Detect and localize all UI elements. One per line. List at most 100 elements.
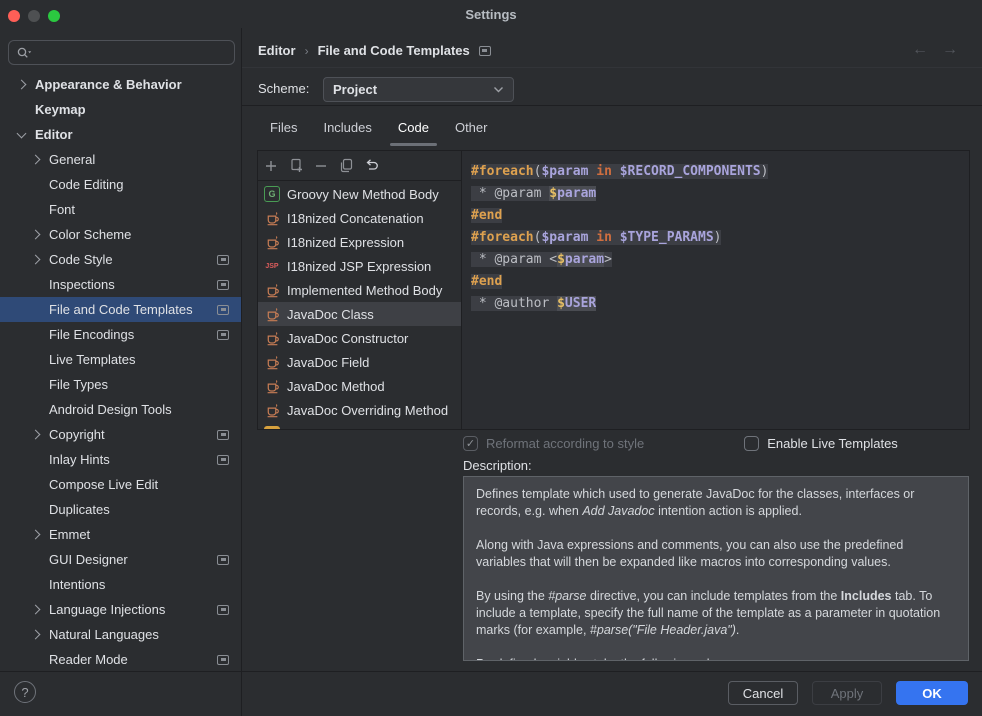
sidebar-item-file-and-code-templates[interactable]: File and Code Templates <box>0 297 241 322</box>
sidebar-item-appearance-behavior[interactable]: Appearance & Behavior <box>0 72 241 97</box>
sidebar-item-label: Compose Live Edit <box>49 477 158 492</box>
template-item-javascript-implemented-met[interactable]: JSJavaScript Implemented Met <box>258 422 461 429</box>
template-item-javadoc-overriding-method[interactable]: JavaDoc Overriding Method <box>258 398 461 422</box>
sidebar-item-inlay-hints[interactable]: Inlay Hints <box>0 447 241 472</box>
add-icon[interactable] <box>263 158 279 174</box>
sidebar-item-android-design-tools[interactable]: Android Design Tools <box>0 397 241 422</box>
chevron-spacer <box>28 278 42 292</box>
java-template-icon <box>264 378 280 394</box>
sidebar-item-emmet[interactable]: Emmet <box>0 522 241 547</box>
template-item-label: JavaDoc Class <box>287 307 374 322</box>
template-item-javadoc-field[interactable]: JavaDoc Field <box>258 350 461 374</box>
remove-icon[interactable] <box>313 158 329 174</box>
template-item-groovy-new-method-body[interactable]: GGroovy New Method Body <box>258 182 461 206</box>
forward-arrow-icon[interactable]: → <box>942 41 958 59</box>
chevron-right-icon[interactable] <box>14 78 28 92</box>
tab-includes[interactable]: Includes <box>315 118 379 142</box>
template-editor[interactable]: #foreach($param in $RECORD_COMPONENTS) *… <box>462 151 969 429</box>
template-item-i18nized-concatenation[interactable]: I18nized Concatenation <box>258 206 461 230</box>
ide-config-badge-icon <box>217 255 229 265</box>
sidebar-item-label: Live Templates <box>49 352 135 367</box>
sidebar-item-label: Code Editing <box>49 177 123 192</box>
sidebar-item-code-style[interactable]: Code Style <box>0 247 241 272</box>
chevron-spacer <box>28 178 42 192</box>
window-title: Settings <box>0 7 982 22</box>
template-item-i18nized-jsp-expression[interactable]: JSPI18nized JSP Expression <box>258 254 461 278</box>
sidebar-item-label: File Types <box>49 377 108 392</box>
template-item-label: JavaDoc Overriding Method <box>287 403 448 418</box>
chevron-right-icon[interactable] <box>28 628 42 642</box>
sidebar-item-inspections[interactable]: Inspections <box>0 272 241 297</box>
sidebar-item-natural-languages[interactable]: Natural Languages <box>0 622 241 647</box>
sidebar-item-label: General <box>49 152 95 167</box>
copy-icon[interactable] <box>338 158 354 174</box>
java-template-icon <box>264 402 280 418</box>
sidebar-item-reader-mode[interactable]: Reader Mode <box>0 647 241 672</box>
ide-config-badge-icon <box>217 605 229 615</box>
checkmark-icon: ✓ <box>466 437 475 450</box>
chevron-right-icon[interactable] <box>28 228 42 242</box>
description-label: Description: <box>463 458 532 473</box>
chevron-spacer <box>28 553 42 567</box>
live-templates-checkbox[interactable] <box>744 436 759 451</box>
tab-files[interactable]: Files <box>262 118 305 142</box>
template-item-implemented-method-body[interactable]: Implemented Method Body <box>258 278 461 302</box>
sidebar-item-label: GUI Designer <box>49 552 128 567</box>
reformat-option: ✓ Reformat according to style <box>463 436 644 451</box>
chevron-down-icon[interactable] <box>14 128 28 142</box>
java-template-icon <box>264 330 280 346</box>
tab-other[interactable]: Other <box>447 118 496 142</box>
settings-search-field[interactable] <box>8 40 235 65</box>
sidebar-item-code-editing[interactable]: Code Editing <box>0 172 241 197</box>
chevron-spacer <box>14 103 28 117</box>
template-item-label: Groovy New Method Body <box>287 187 439 202</box>
chevron-spacer <box>28 653 42 667</box>
sidebar-item-language-injections[interactable]: Language Injections <box>0 597 241 622</box>
sidebar-item-general[interactable]: General <box>0 147 241 172</box>
chevron-right-icon[interactable] <box>28 603 42 617</box>
header-divider <box>242 67 982 68</box>
back-arrow-icon[interactable]: ← <box>912 41 928 59</box>
breadcrumb: Editor › File and Code Templates <box>258 43 491 58</box>
code-line: * @param $param <box>471 183 768 205</box>
help-button[interactable]: ? <box>14 681 36 703</box>
sidebar-item-font[interactable]: Font <box>0 197 241 222</box>
sidebar-item-compose-live-edit[interactable]: Compose Live Edit <box>0 472 241 497</box>
sidebar-item-live-templates[interactable]: Live Templates <box>0 347 241 372</box>
ide-config-badge-icon <box>217 455 229 465</box>
sidebar-item-gui-designer[interactable]: GUI Designer <box>0 547 241 572</box>
sidebar-item-label: Natural Languages <box>49 627 159 642</box>
ok-button[interactable]: OK <box>896 681 968 705</box>
sidebar-item-label: Emmet <box>49 527 90 542</box>
chevron-right-icon[interactable] <box>28 253 42 267</box>
reset-to-default-icon[interactable] <box>363 158 379 174</box>
sidebar-item-editor[interactable]: Editor <box>0 122 241 147</box>
chevron-spacer <box>28 578 42 592</box>
template-item-label: JavaDoc Constructor <box>287 331 408 346</box>
create-from-template-icon[interactable] <box>288 158 304 174</box>
sidebar-item-label: Appearance & Behavior <box>35 77 182 92</box>
template-item-javadoc-constructor[interactable]: JavaDoc Constructor <box>258 326 461 350</box>
breadcrumb-editor[interactable]: Editor <box>258 43 296 58</box>
sidebar-item-duplicates[interactable]: Duplicates <box>0 497 241 522</box>
template-item-javadoc-method[interactable]: JavaDoc Method <box>258 374 461 398</box>
sidebar-item-file-encodings[interactable]: File Encodings <box>0 322 241 347</box>
template-item-javadoc-class[interactable]: JavaDoc Class <box>258 302 461 326</box>
sidebar-item-intentions[interactable]: Intentions <box>0 572 241 597</box>
tab-code[interactable]: Code <box>390 118 437 142</box>
sidebar-item-file-types[interactable]: File Types <box>0 372 241 397</box>
chevron-down-icon <box>493 86 504 93</box>
chevron-right-icon[interactable] <box>28 153 42 167</box>
chevron-right-icon[interactable] <box>28 528 42 542</box>
sidebar-item-keymap[interactable]: Keymap <box>0 97 241 122</box>
cancel-button[interactable]: Cancel <box>728 681 798 705</box>
template-item-label: I18nized Expression <box>287 235 404 250</box>
chevron-spacer <box>28 478 42 492</box>
sidebar-item-color-scheme[interactable]: Color Scheme <box>0 222 241 247</box>
template-item-i18nized-expression[interactable]: I18nized Expression <box>258 230 461 254</box>
search-input[interactable] <box>34 44 227 61</box>
scheme-dropdown[interactable]: Project <box>323 77 514 102</box>
ide-config-badge-icon <box>479 46 491 56</box>
chevron-right-icon[interactable] <box>28 428 42 442</box>
sidebar-item-copyright[interactable]: Copyright <box>0 422 241 447</box>
